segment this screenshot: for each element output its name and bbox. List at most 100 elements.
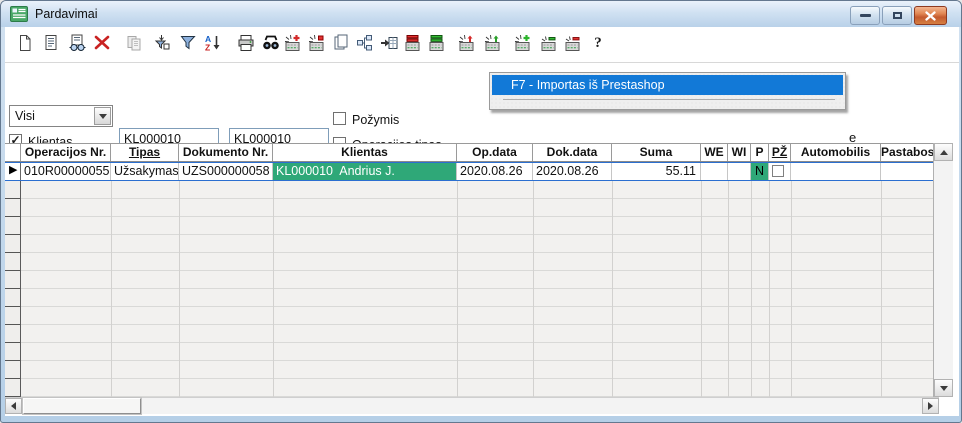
find-icon[interactable] [261,34,281,52]
grid-header-pastabos[interactable]: Pastabos [881,144,933,161]
obscured-text-fragment: e [849,130,856,145]
close-icon [925,11,936,21]
help-icon[interactable]: ? [588,34,608,52]
grid-vline [769,181,770,397]
arrow-down-icon [940,386,948,391]
grid-empty-rows [5,181,933,397]
grid-vline [457,181,458,397]
cell-op-data: 2020.08.26 [457,163,533,180]
grid-header-automobilis[interactable]: Automobilis [791,144,881,161]
grid-header-operacijos-nr[interactable]: Operacijos Nr. [21,144,111,161]
minimize-icon [860,14,871,17]
cell-dok-data: 2020.08.26 [533,163,612,180]
grid-header-dok-data[interactable]: Dok.data [533,144,612,161]
arrow-right-icon [928,402,933,410]
grid-header-dokumento-nr[interactable]: Dokumento Nr. [179,144,273,161]
copy-icon[interactable] [124,34,144,52]
chevron-down-icon [99,114,107,119]
print-icon[interactable] [236,34,256,52]
grid-vline [701,181,702,397]
view-select-value: Visi [15,109,35,123]
pozymis-checkbox[interactable] [333,112,346,125]
grid-vline [728,181,729,397]
arrow-up-icon [940,150,948,155]
titlebar: Pardavimai [1,1,961,27]
table-row[interactable]: ▶ 010R00000055 Užsakymas UZS000000058 KL… [5,162,933,181]
grid-vline [791,181,792,397]
client-area: AZ ? Visi ✓ Klientas [5,27,959,416]
maximize-button[interactable] [882,6,912,25]
view-select[interactable]: Visi [9,105,113,127]
grid-header-pz[interactable]: PŽ [769,144,791,161]
grid-header-klientas[interactable]: Klientas [273,144,457,161]
cell-wi [728,163,751,180]
import-add-green-icon[interactable] [513,34,533,52]
export-up-red-icon[interactable] [457,34,477,52]
new-document-icon[interactable] [15,34,35,52]
grid-vline [179,181,180,397]
grid-header-tipas[interactable]: Tipas [111,144,179,161]
grid-vline [111,181,112,397]
cell-pastabos [881,163,933,180]
cell-klientas-selected: KL000010 Andrius J. [273,163,457,180]
scroll-up-button[interactable] [934,143,953,161]
grid-header-op-data[interactable]: Op.data [457,144,533,161]
app-icon [10,6,28,22]
distribute-icon[interactable] [355,34,375,52]
grid-header-we[interactable]: WE [701,144,728,161]
current-row-arrow-icon: ▶ [5,163,21,180]
export-red-icon[interactable] [403,34,423,52]
cell-pz [769,163,791,180]
filter-to-selection-icon[interactable] [152,34,172,52]
grid-vline [751,181,752,397]
cell-tipas: Užsakymas [111,163,179,180]
insert-to-table-icon[interactable] [379,34,399,52]
horizontal-scrollbar[interactable] [5,397,939,414]
delete-icon[interactable] [92,34,112,52]
cell-we [701,163,728,180]
grid-header-suma[interactable]: Suma [612,144,701,161]
window-controls [848,6,947,25]
import-mark-red-icon[interactable] [307,34,327,52]
vertical-scrollbar[interactable] [933,143,953,397]
arrow-left-icon [11,402,16,410]
copy-documents-icon[interactable] [331,34,351,52]
import-up-green-icon[interactable] [483,34,503,52]
grid-header-selector [5,144,21,161]
scroll-left-button[interactable] [5,398,22,414]
filter-icon[interactable] [178,34,198,52]
scroll-right-button[interactable] [922,398,939,414]
menu-separator [503,99,835,100]
horizontal-scroll-thumb[interactable] [23,398,141,414]
view-document-icon[interactable] [67,34,87,52]
cell-dokumento-nr: UZS000000058 [179,163,273,180]
minimize-button[interactable] [850,6,880,25]
scroll-down-button[interactable] [934,379,953,397]
import-add-red-icon[interactable] [283,34,303,52]
pz-row-checkbox[interactable] [772,165,784,177]
cell-automobilis [791,163,881,180]
grid-vline [533,181,534,397]
grid-vline [881,181,882,397]
window-title: Pardavimai [35,7,98,21]
sort-az-icon[interactable]: AZ [203,34,223,52]
grid-header-wi[interactable]: WI [728,144,751,161]
cell-p: N [751,163,769,180]
grid-header-p[interactable]: P [751,144,769,161]
cell-operacijos-nr: 010R00000055 [21,163,111,180]
grid-vline [612,181,613,397]
menu-item-importas-is-prestashop[interactable]: F7 - Importas iš Prestashop [492,75,843,95]
grid-vline [273,181,274,397]
toolbar: AZ ? [5,27,959,63]
export-line-red-icon[interactable] [563,34,583,52]
import-line-green-icon[interactable] [539,34,559,52]
import-green-icon[interactable] [427,34,447,52]
row-selector-column [5,181,21,397]
close-button[interactable] [914,6,947,25]
sales-grid: Operacijos Nr. Tipas Dokumento Nr. Klien… [5,143,933,397]
maximize-icon [893,12,902,19]
view-select-dropdown-button[interactable] [94,107,111,125]
pozymis-label: Požymis [352,113,399,127]
open-document-icon[interactable] [41,34,61,52]
cell-suma: 55.11 [612,163,701,180]
